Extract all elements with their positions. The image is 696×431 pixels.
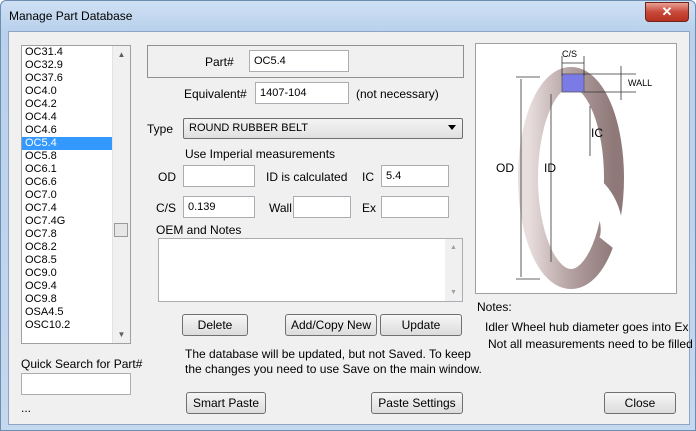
- od-label: OD: [158, 170, 176, 184]
- ring-shape: [518, 67, 624, 289]
- info-text-line2: the changes you need to use Save on the …: [185, 362, 482, 376]
- ex-input[interactable]: [381, 196, 449, 218]
- delete-button[interactable]: Delete: [182, 314, 248, 336]
- smart-paste-button[interactable]: Smart Paste: [186, 392, 266, 414]
- wall-input[interactable]: [293, 196, 351, 218]
- wall-diagram-label: WALL: [628, 78, 652, 88]
- equivalent-input[interactable]: [255, 82, 349, 104]
- notes-scrollbar[interactable]: ▲ ▼: [445, 239, 462, 301]
- title-bar[interactable]: Manage Part Database ✕: [1, 1, 695, 31]
- id-calculated-note: ID is calculated: [266, 170, 348, 184]
- type-dropdown[interactable]: ROUND RUBBER BELT: [183, 118, 463, 139]
- parts-list-scrollbar[interactable]: ▲ ▼: [112, 46, 130, 343]
- part-number-input[interactable]: [249, 50, 349, 72]
- units-label: Use Imperial measurements: [185, 147, 336, 161]
- parts-listbox[interactable]: OC31.4 OC32.9 OC37.6 OC4.0 OC4.2 OC4.4 OC4.6 OC…: [21, 45, 131, 344]
- ic-label: IC: [362, 170, 374, 184]
- scroll-up-icon[interactable]: ▲: [113, 46, 130, 63]
- ic-input[interactable]: [381, 165, 449, 187]
- wall-label: Wall: [269, 201, 292, 215]
- scroll-up-icon[interactable]: ▲: [445, 239, 462, 256]
- cs-label: C/S: [156, 201, 177, 215]
- scroll-down-icon[interactable]: ▼: [445, 284, 462, 301]
- ex-label: Ex: [362, 201, 377, 215]
- equivalent-hint: (not necessary): [356, 87, 439, 101]
- window-close-button[interactable]: ✕: [645, 2, 689, 22]
- cs-diagram-label: C/S: [562, 49, 577, 59]
- info-text-line1: The database will be updated, but not Sa…: [185, 347, 471, 361]
- oem-notes-textarea[interactable]: ▲ ▼: [158, 238, 463, 302]
- update-button[interactable]: Update: [380, 314, 462, 336]
- cs-input[interactable]: [183, 196, 255, 218]
- scroll-thumb[interactable]: [114, 223, 128, 237]
- equivalent-label: Equivalent#: [184, 87, 247, 101]
- ring-diagram: C/S WALL OD ID IC: [496, 49, 652, 289]
- od-diagram-label: OD: [496, 161, 514, 175]
- type-label: Type: [147, 122, 174, 136]
- paste-settings-button[interactable]: Paste Settings: [371, 392, 463, 414]
- id-diagram-label: ID: [544, 161, 556, 175]
- dialog-window: Manage Part Database ✕ OC31.4 OC32.9 OC37.…: [0, 0, 696, 431]
- close-button[interactable]: Close: [604, 392, 676, 414]
- part-diagram-panel: C/S WALL OD ID IC: [475, 43, 677, 294]
- ic-diagram-label: IC: [591, 126, 603, 140]
- chevron-down-icon: [448, 125, 456, 130]
- part-label: Part#: [205, 55, 234, 69]
- quick-search-label: Quick Search for Part#: [21, 357, 143, 371]
- window-title: Manage Part Database: [9, 9, 133, 23]
- scroll-down-icon[interactable]: ▼: [113, 326, 130, 343]
- od-input[interactable]: [183, 165, 255, 187]
- dialog-client-area: OC31.4 OC32.9 OC37.6 OC4.0 OC4.2 OC4.4 OC4.6 OC…: [8, 31, 693, 425]
- oem-notes-label: OEM and Notes: [156, 223, 242, 237]
- notes-line2: Not all measurements need to be filled: [488, 337, 693, 351]
- type-dropdown-value: ROUND RUBBER BELT: [189, 122, 308, 134]
- add-copy-new-button[interactable]: Add/Copy New: [285, 314, 377, 336]
- cross-section-marker: [561, 73, 585, 93]
- notes-line1: Idler Wheel hub diameter goes into Ex: [485, 320, 689, 334]
- quick-search-input[interactable]: [21, 373, 131, 395]
- notes-title: Notes:: [477, 300, 512, 314]
- close-icon: ✕: [661, 4, 673, 19]
- quick-search-ellipsis: ...: [21, 401, 32, 415]
